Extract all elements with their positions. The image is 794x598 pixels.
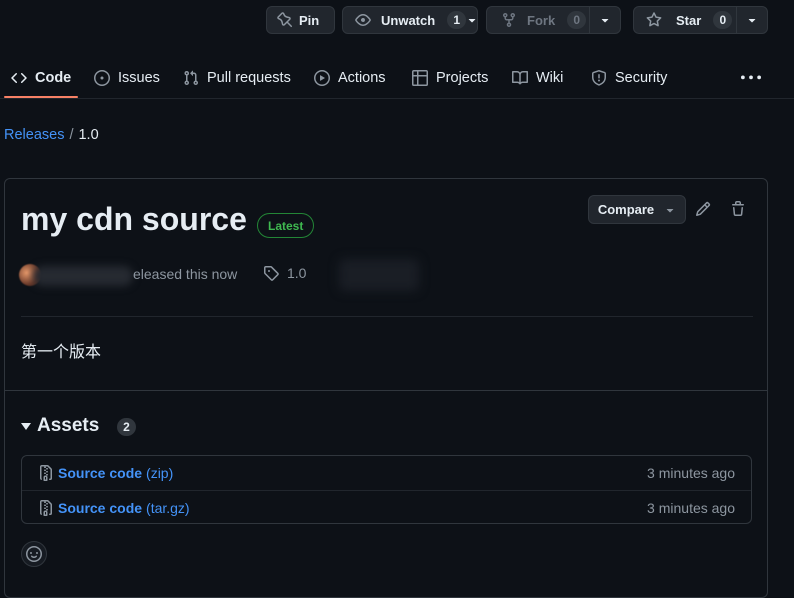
caret-down-icon: [21, 423, 31, 430]
release-card: my cdn source Latest Compare eleased thi…: [4, 178, 768, 598]
tab-code-label: Code: [35, 69, 72, 86]
shield-icon: [592, 69, 606, 86]
tab-actions-label: Actions: [338, 69, 386, 86]
latest-badge: Latest: [257, 213, 315, 238]
tag-label: 1.0: [287, 265, 307, 281]
tab-pull-requests-label: Pull requests: [207, 69, 291, 86]
redacted-commit: [339, 259, 419, 291]
release-meta: eleased this now 1.0: [19, 259, 439, 291]
fork-label: Fork: [527, 12, 556, 28]
breadcrumb-separator: /: [69, 127, 74, 143]
fork-count: 0: [567, 11, 587, 29]
tab-projects[interactable]: Projects: [412, 56, 488, 99]
code-icon: [11, 72, 27, 83]
star-dropdown[interactable]: [736, 7, 767, 33]
asset-link-tar-gz[interactable]: Source code (tar.gz): [38, 499, 190, 516]
asset-name: Source code: [58, 465, 143, 481]
unwatch-dropdown[interactable]: [466, 14, 478, 26]
triangle-down-icon: [468, 18, 476, 23]
active-tab-indicator: [4, 96, 78, 98]
add-reaction-button[interactable]: [21, 541, 47, 567]
assets-count: 2: [117, 418, 136, 436]
tab-issues-label: Issues: [118, 69, 160, 86]
file-zip-icon: [40, 499, 52, 516]
pin-button[interactable]: Pin: [266, 6, 335, 34]
pin-label: Pin: [299, 12, 320, 28]
play-icon: [314, 69, 330, 86]
pin-icon: [277, 12, 293, 28]
released-text: eleased this now: [133, 266, 238, 282]
release-description: 第一个版本: [21, 342, 102, 361]
table-icon: [412, 69, 428, 86]
delete-button[interactable]: [730, 201, 748, 219]
star-label: Star: [676, 12, 702, 28]
redacted-username: [33, 266, 133, 286]
fork-icon: [503, 13, 515, 28]
breadcrumb-releases-link[interactable]: Releases: [4, 127, 64, 143]
tab-projects-label: Projects: [436, 69, 489, 86]
eye-icon: [355, 14, 371, 26]
tab-wiki-label: Wiki: [536, 69, 564, 86]
divider: [21, 316, 753, 317]
asset-time: 3 minutes ago: [647, 499, 735, 516]
tab-code[interactable]: Code: [11, 56, 71, 99]
tab-security-label: Security: [615, 69, 668, 86]
more-tabs-button[interactable]: [741, 56, 761, 99]
unwatch-label: Unwatch: [381, 12, 436, 28]
star-count: 0: [713, 11, 733, 29]
edit-button[interactable]: [695, 201, 713, 219]
file-zip-icon: [40, 465, 52, 481]
tab-security[interactable]: Security: [591, 56, 667, 99]
tag-icon: [264, 266, 279, 281]
asset-time: 3 minutes ago: [647, 465, 735, 481]
assets-toggle[interactable]: Assets: [21, 415, 99, 437]
assets-count-badge: 2: [117, 418, 136, 436]
asset-ext: (tar.gz): [146, 499, 190, 516]
tab-issues[interactable]: Issues: [94, 56, 160, 99]
tab-wiki[interactable]: Wiki: [512, 56, 563, 99]
release-tag[interactable]: 1.0: [263, 265, 306, 281]
fork-dropdown: [589, 7, 620, 33]
tab-pull-requests[interactable]: Pull requests: [183, 56, 291, 99]
breadcrumb-current: 1.0: [78, 127, 99, 143]
smiley-icon: [26, 546, 42, 562]
repo-nav: Code Issues Pull requests Actions Projec…: [0, 56, 794, 99]
triangle-down-icon: [748, 18, 756, 23]
trash-icon: [732, 201, 744, 216]
kebab-horizontal-icon: [741, 75, 761, 79]
release-title[interactable]: my cdn source: [21, 201, 247, 238]
breadcrumb: Releases /1.0: [4, 127, 99, 143]
watch-count: 1: [447, 11, 467, 29]
star-button[interactable]: Star 0: [633, 6, 768, 34]
assets-list: Source code (zip) 3 minutes ago Source c…: [21, 455, 752, 524]
asset-ext: (zip): [146, 465, 174, 481]
divider: [5, 390, 767, 391]
compare-label: Compare: [597, 202, 655, 217]
unwatch-button[interactable]: Unwatch 1: [342, 6, 478, 34]
book-icon: [512, 70, 528, 84]
assets-heading: Assets: [37, 415, 100, 436]
compare-button[interactable]: Compare: [588, 195, 686, 224]
star-icon: [646, 12, 662, 27]
pull-request-icon: [184, 70, 199, 85]
asset-name: Source code: [58, 499, 143, 516]
triangle-down-icon: [666, 208, 674, 212]
tab-actions[interactable]: Actions: [314, 56, 386, 99]
triangle-down-icon: [601, 18, 609, 23]
pencil-icon: [695, 201, 711, 217]
asset-link-zip[interactable]: Source code (zip): [38, 465, 173, 481]
issue-icon: [94, 69, 110, 86]
fork-button: Fork 0: [486, 6, 621, 34]
list-item: Source code (zip) 3 minutes ago: [22, 456, 751, 490]
list-item: Source code (tar.gz) 3 minutes ago: [22, 490, 751, 524]
